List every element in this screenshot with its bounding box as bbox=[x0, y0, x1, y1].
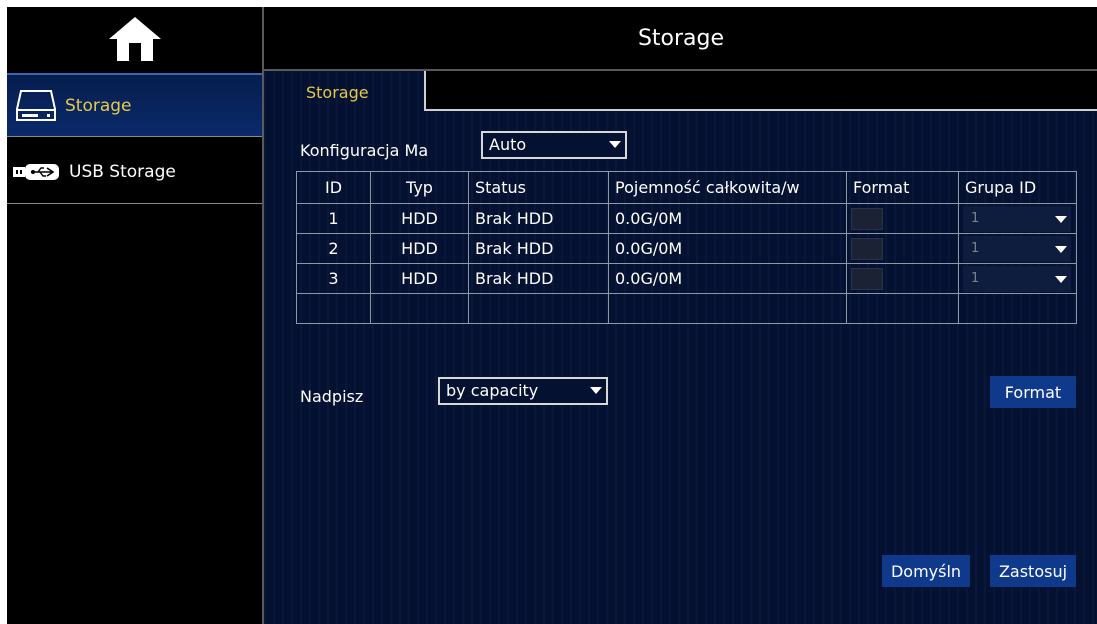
hdd-icon bbox=[16, 89, 56, 121]
chevron-down-icon bbox=[1055, 215, 1067, 223]
format-button[interactable]: Format bbox=[990, 376, 1076, 408]
home-button[interactable] bbox=[7, 7, 262, 71]
config-select[interactable]: Auto bbox=[481, 131, 627, 159]
cell-group: 1 bbox=[958, 263, 1077, 294]
sidebar: Storage USB Storage bbox=[7, 7, 264, 624]
column-header-type: Typ bbox=[370, 171, 469, 204]
chevron-down-icon bbox=[1055, 245, 1067, 253]
cell-format bbox=[846, 233, 959, 264]
table-row-empty bbox=[296, 293, 1077, 324]
cell-group: 1 bbox=[958, 233, 1077, 264]
column-header-format: Format bbox=[846, 171, 959, 204]
group-select[interactable]: 1 bbox=[963, 235, 1071, 262]
page-title: Storage bbox=[637, 25, 725, 51]
column-header-status: Status bbox=[468, 171, 609, 204]
tab-bar-fill bbox=[424, 71, 1097, 111]
cell-status: Brak HDD bbox=[468, 233, 609, 264]
group-select[interactable]: 1 bbox=[963, 205, 1071, 232]
main-panel: Storage Storage Konfiguracja Ma Auto ID … bbox=[264, 7, 1097, 624]
default-button[interactable]: Domyśln bbox=[882, 555, 970, 587]
usb-icon bbox=[13, 163, 59, 180]
table-row: 3 HDD Brak HDD 0.0G/0M 1 bbox=[296, 263, 1077, 294]
sidebar-item-label: USB Storage bbox=[69, 161, 176, 182]
config-label: Konfiguracja Ma bbox=[300, 141, 429, 160]
group-select-value: 1 bbox=[971, 240, 980, 256]
cell-id: 2 bbox=[296, 233, 371, 264]
cell-status: Brak HDD bbox=[468, 263, 609, 294]
chevron-down-icon bbox=[590, 387, 602, 394]
format-checkbox[interactable] bbox=[851, 237, 883, 260]
cell-id: 3 bbox=[296, 263, 371, 294]
column-header-id: ID bbox=[296, 171, 371, 204]
format-checkbox[interactable] bbox=[851, 207, 883, 230]
home-icon bbox=[108, 17, 161, 61]
group-select[interactable]: 1 bbox=[963, 265, 1071, 292]
cell-type: HDD bbox=[370, 263, 469, 294]
table-header-row: ID Typ Status Pojemność całkowita/w Form… bbox=[296, 171, 1077, 204]
sidebar-item-label: Storage bbox=[65, 95, 132, 116]
sidebar-item-storage[interactable]: Storage bbox=[7, 73, 262, 137]
tab-bar: Storage bbox=[264, 71, 1097, 115]
overwrite-label: Nadpisz bbox=[300, 387, 364, 406]
cell-capacity: 0.0G/0M bbox=[608, 233, 847, 264]
config-select-value: Auto bbox=[489, 135, 527, 154]
format-checkbox[interactable] bbox=[851, 267, 883, 290]
cell-id: 1 bbox=[296, 203, 371, 234]
cell-format bbox=[846, 263, 959, 294]
column-header-capacity: Pojemność całkowita/w bbox=[608, 171, 847, 204]
cell-capacity: 0.0G/0M bbox=[608, 263, 847, 294]
table-row: 1 HDD Brak HDD 0.0G/0M 1 bbox=[296, 203, 1077, 234]
cell-capacity: 0.0G/0M bbox=[608, 203, 847, 234]
sidebar-item-usb-storage[interactable]: USB Storage bbox=[7, 140, 262, 204]
header: Storage bbox=[264, 7, 1097, 71]
table-row: 2 HDD Brak HDD 0.0G/0M 1 bbox=[296, 233, 1077, 264]
cell-type: HDD bbox=[370, 203, 469, 234]
tab-storage[interactable]: Storage bbox=[278, 71, 424, 113]
group-select-value: 1 bbox=[971, 270, 980, 286]
app-frame: Storage USB Storage Storage Storage Konf… bbox=[7, 7, 1097, 624]
apply-button[interactable]: Zastosuj bbox=[990, 555, 1076, 587]
overwrite-select[interactable]: by capacity bbox=[438, 377, 608, 405]
chevron-down-icon bbox=[1055, 275, 1067, 283]
overwrite-select-value: by capacity bbox=[446, 381, 539, 400]
cell-status: Brak HDD bbox=[468, 203, 609, 234]
cell-type: HDD bbox=[370, 233, 469, 264]
group-select-value: 1 bbox=[971, 210, 980, 226]
cell-format bbox=[846, 203, 959, 234]
column-header-group: Grupa ID bbox=[958, 171, 1077, 204]
chevron-down-icon bbox=[609, 141, 621, 148]
disk-table: ID Typ Status Pojemność całkowita/w Form… bbox=[296, 171, 1077, 324]
cell-group: 1 bbox=[958, 203, 1077, 234]
